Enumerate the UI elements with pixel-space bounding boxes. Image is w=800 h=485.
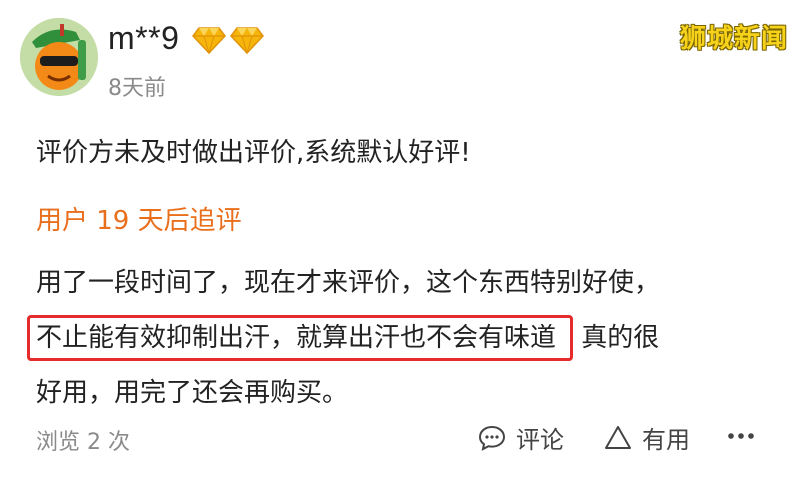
orange-cartoon-avatar-icon bbox=[20, 18, 98, 96]
useful-label: 有用 bbox=[642, 426, 690, 454]
comment-icon bbox=[478, 424, 506, 452]
diamond-icon bbox=[230, 26, 264, 54]
post-time: 8天前 bbox=[108, 76, 166, 101]
triangle-up-icon bbox=[604, 424, 632, 452]
watermark: 狮城新闻 bbox=[679, 24, 788, 54]
comment-button[interactable]: 评论 bbox=[478, 420, 564, 455]
followup-line-3: 好用，用完了还会再购买。 bbox=[36, 378, 349, 408]
followup-line-2: 不止能有效抑制出汗，就算出汗也不会有味道 真的很 bbox=[27, 311, 776, 366]
followup-title: 用户 19 天后追评 bbox=[36, 206, 242, 236]
comment-label: 评论 bbox=[516, 426, 564, 454]
useful-button[interactable]: 有用 bbox=[604, 420, 690, 455]
followup-text: 用了一段时间了，现在才来评价，这个东西特别好使， 不止能有效抑制出汗，就算出汗也… bbox=[27, 256, 776, 421]
view-count: 浏览 2 次 bbox=[36, 430, 130, 455]
diamond-icon bbox=[192, 26, 226, 54]
more-dots-icon bbox=[726, 424, 756, 448]
review-footer: 浏览 2 次 评论 有用 bbox=[0, 416, 800, 462]
review-text: 评价方未及时做出评价,系统默认好评! bbox=[36, 138, 471, 168]
username[interactable]: m**9 bbox=[108, 20, 179, 57]
avatar[interactable] bbox=[20, 18, 98, 96]
more-button[interactable] bbox=[726, 424, 756, 448]
followup-line-1: 用了一段时间了，现在才来评价，这个东西特别好使， bbox=[36, 268, 661, 298]
followup-line-2-rest: 真的很 bbox=[581, 323, 660, 353]
highlighted-phrase: 不止能有效抑制出汗，就算出汗也不会有味道 bbox=[27, 315, 574, 361]
user-badges bbox=[192, 26, 264, 54]
